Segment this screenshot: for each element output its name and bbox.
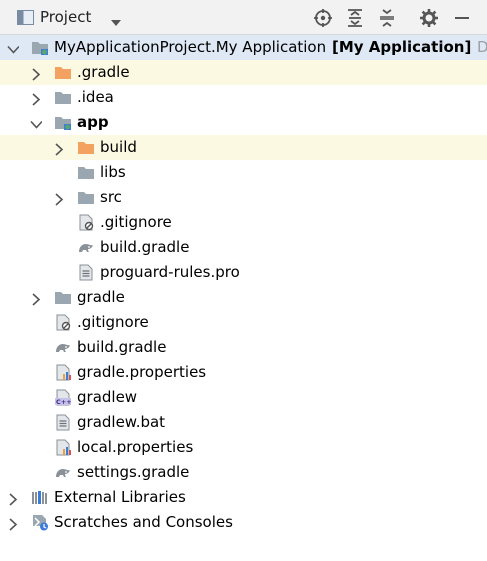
tree-item-label: build.gradle <box>77 338 167 356</box>
text-file-icon <box>54 414 72 431</box>
expand-all-icon[interactable] <box>345 8 365 28</box>
gradle-file-icon <box>77 239 95 256</box>
tree-row[interactable]: libs <box>0 160 487 185</box>
tree-item-label: External Libraries <box>54 488 186 506</box>
tree-item-label: gradle.properties <box>77 363 207 381</box>
tree-item-label: .idea <box>77 88 114 106</box>
tree-item-label: src <box>100 188 122 206</box>
tree-row[interactable]: .idea <box>0 85 487 110</box>
expand-arrow-icon[interactable] <box>53 191 65 206</box>
properties-file-icon <box>54 439 72 456</box>
gradle-file-icon <box>54 339 72 356</box>
gitignore-file-icon <box>77 214 95 231</box>
tree-row[interactable]: .gitignore <box>0 210 487 235</box>
collapse-all-icon[interactable] <box>377 8 397 28</box>
tree-row[interactable]: gradle.properties <box>0 360 487 385</box>
tree-row[interactable]: MyApplicationProject.My Application [My A… <box>0 35 487 60</box>
svg-text:C++: C++ <box>56 398 72 406</box>
scratches-icon <box>31 514 49 531</box>
panel-title[interactable]: Project <box>40 8 91 26</box>
tree-item-label: .gitignore <box>100 213 172 231</box>
tree-item-label: .gitignore <box>77 313 149 331</box>
tree-row[interactable]: .gitignore <box>0 310 487 335</box>
folder-icon <box>54 89 72 106</box>
tree-item-label: build <box>100 138 137 156</box>
tree-row[interactable]: build <box>0 135 487 160</box>
expand-arrow-icon[interactable] <box>30 291 42 306</box>
gitignore-file-icon <box>54 314 72 331</box>
folder-icon <box>77 164 95 181</box>
module-folder-icon <box>54 114 72 131</box>
tree-row[interactable]: gradlew.bat <box>0 410 487 435</box>
tree-row[interactable]: proguard-rules.pro <box>0 260 487 285</box>
tree-item-label: build.gradle <box>100 238 190 256</box>
tree-row[interactable]: build.gradle <box>0 235 487 260</box>
tree-item-label: MyApplicationProject.My Application <box>54 38 327 56</box>
excluded-folder-icon <box>54 64 72 81</box>
tree-item-label: gradlew <box>77 388 138 406</box>
expand-arrow-icon[interactable] <box>7 491 19 506</box>
tree-row[interactable]: src <box>0 185 487 210</box>
tree-row[interactable]: C++ gradlew <box>0 385 487 410</box>
view-icon[interactable] <box>17 10 34 25</box>
properties-file-icon <box>54 364 72 381</box>
tree-row[interactable]: Scratches and Consoles <box>0 510 487 535</box>
expand-arrow-icon[interactable] <box>53 141 65 156</box>
collapse-arrow-icon[interactable] <box>7 41 20 54</box>
gradle-file-icon <box>54 464 72 481</box>
gear-icon[interactable] <box>419 8 439 28</box>
tree-row[interactable]: .gradle <box>0 60 487 85</box>
folder-icon <box>77 189 95 206</box>
expand-arrow-icon[interactable] <box>30 66 42 81</box>
collapse-arrow-icon[interactable] <box>30 116 43 129</box>
locate-icon[interactable] <box>313 8 333 28</box>
project-toolbar: Project <box>0 0 487 35</box>
tree-item-label: Scratches and Consoles <box>54 513 233 531</box>
libraries-icon <box>31 489 49 506</box>
tree-item-label: .gradle <box>77 63 130 81</box>
tree-item-label: local.properties <box>77 438 194 456</box>
vertical-scrollbar[interactable] <box>481 35 487 561</box>
folder-icon <box>54 289 72 306</box>
tree-item-label: app <box>77 113 109 131</box>
cpp-file-icon: C++ <box>54 389 72 406</box>
chevron-down-icon[interactable] <box>110 13 122 26</box>
tree-item-label: gradle <box>77 288 125 306</box>
project-tree: MyApplicationProject.My Application [My A… <box>0 35 487 561</box>
text-file-icon <box>77 264 95 281</box>
excluded-folder-icon <box>77 139 95 156</box>
tree-row[interactable]: settings.gradle <box>0 460 487 485</box>
tree-item-label: gradlew.bat <box>77 413 166 431</box>
tree-row[interactable]: External Libraries <box>0 485 487 510</box>
tree-item-label: proguard-rules.pro <box>100 263 240 281</box>
module-name-label: [My Application] <box>332 38 472 56</box>
tree-row[interactable]: local.properties <box>0 435 487 460</box>
module-folder-icon <box>31 39 49 56</box>
tree-item-label: libs <box>100 163 126 181</box>
minimize-icon[interactable] <box>452 8 472 28</box>
tree-row[interactable]: gradle <box>0 285 487 310</box>
tree-row[interactable]: app <box>0 110 487 135</box>
tree-item-label: settings.gradle <box>77 463 190 481</box>
expand-arrow-icon[interactable] <box>7 516 19 531</box>
tree-row[interactable]: build.gradle <box>0 335 487 360</box>
expand-arrow-icon[interactable] <box>30 91 42 106</box>
